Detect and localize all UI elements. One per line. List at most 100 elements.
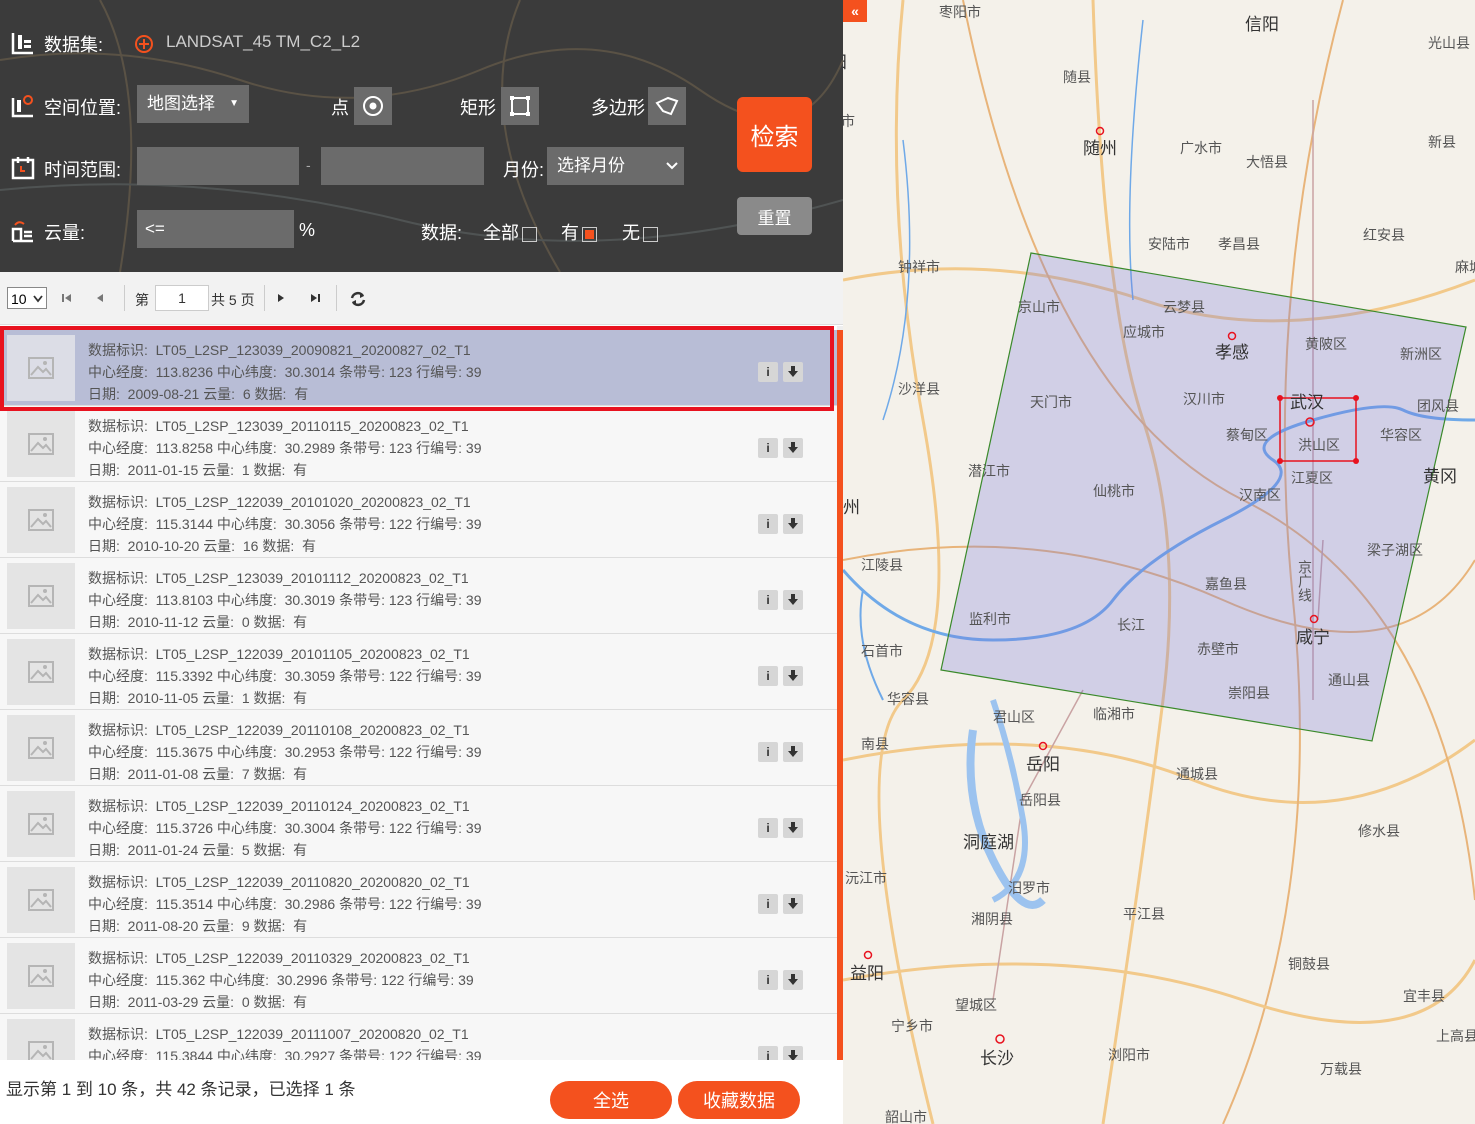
first-page-icon[interactable] (61, 292, 73, 304)
data-all-option[interactable]: 全部 (483, 219, 537, 245)
download-button[interactable] (783, 894, 803, 914)
refresh-icon[interactable] (349, 290, 367, 308)
dataset-value[interactable]: LANDSAT_45 TM_C2_L2 (166, 32, 360, 52)
record-lon: 115.362 (155, 972, 206, 988)
page-size-select[interactable]: 10 (7, 287, 47, 309)
data-yes-option[interactable]: 有 (561, 219, 597, 245)
map-label-xiangyin: 湘阴县 (971, 911, 1013, 927)
lon-label: 中心经度: (88, 972, 148, 988)
thumbnail-placeholder[interactable] (7, 943, 75, 1009)
thumbnail-placeholder[interactable] (7, 487, 75, 553)
date-label: 日期: (88, 766, 120, 782)
list-item[interactable]: 数据标识: LT05_L2SP_122039_20110329_20200823… (0, 938, 837, 1014)
lat-label: 中心纬度: (209, 972, 270, 988)
thumbnail-placeholder[interactable] (7, 867, 75, 933)
thumbnail-placeholder[interactable] (7, 563, 75, 629)
map-canvas[interactable]: 枣阳市信阳光山县随县随州 广水市大悟县 新县钟祥市 安陆市 孝昌县 红安县麻城京山市 云梦县… (843, 0, 1475, 1124)
map-label-guangshan: 光山县 (1428, 35, 1470, 51)
lat-label: 中心纬度: (216, 668, 277, 684)
info-button[interactable]: i (758, 514, 778, 534)
list-item[interactable]: 数据标识: LT05_L2SP_122039_20101020_20200823… (0, 482, 837, 558)
info-icon: i (766, 1049, 770, 1060)
list-item[interactable]: 数据标识: LT05_L2SP_122039_20110820_20200820… (0, 862, 837, 938)
map-label-miluo: 汨罗市 (1008, 880, 1050, 896)
map-view[interactable]: 枣阳市信阳光山县随县随州 广水市大悟县 新县钟祥市 安陆市 孝昌县 红安县麻城京山市 云梦县… (843, 0, 1475, 1124)
month-select[interactable]: 选择月份 (547, 147, 684, 185)
info-button[interactable]: i (758, 666, 778, 686)
next-page-icon[interactable] (275, 292, 287, 304)
map-label-shanggao: 上高县 (1436, 1028, 1475, 1044)
select-all-button[interactable]: 全选 (550, 1081, 672, 1119)
polygon-tool-button[interactable] (648, 87, 686, 125)
prev-page-icon[interactable] (94, 292, 106, 304)
rect-tool-button[interactable] (501, 87, 539, 125)
cloud-input[interactable]: <= (137, 210, 294, 248)
map-label-hanchuan: 汉川市 (1183, 391, 1225, 407)
thumbnail-placeholder[interactable] (7, 1019, 75, 1060)
record-lon: 115.3514 (155, 896, 214, 912)
download-icon (788, 518, 798, 529)
result-list: 数据标识: LT05_L2SP_123039_20090821_20200827… (0, 326, 837, 1060)
list-item[interactable]: 数据标识: LT05_L2SP_122039_20110108_20200823… (0, 710, 837, 786)
record-lon: 115.3392 (155, 668, 214, 684)
dataset-label: 数据集: (44, 35, 104, 55)
thumbnail-placeholder[interactable] (7, 411, 75, 477)
point-label: 点 (331, 98, 349, 118)
download-button[interactable] (783, 590, 803, 610)
data-no-checkbox[interactable] (643, 226, 658, 242)
collect-data-button[interactable]: 收藏数据 (678, 1081, 800, 1119)
download-button[interactable] (783, 970, 803, 990)
info-button[interactable]: i (758, 818, 778, 838)
lat-label: 中心纬度: (216, 440, 277, 456)
collapse-panel-button[interactable]: « (843, 0, 867, 22)
map-label-hongshan: 洪山区 (1298, 437, 1340, 453)
info-button[interactable]: i (758, 894, 778, 914)
location-select[interactable]: 地图选择 ▼ (137, 85, 249, 123)
list-item[interactable]: 数据标识: LT05_L2SP_122039_20101105_20200823… (0, 634, 837, 710)
download-button[interactable] (783, 742, 803, 762)
record-date: 2011-01-08 (127, 766, 199, 782)
scene-footprint[interactable] (940, 252, 1467, 742)
data-all-checkbox[interactable] (522, 226, 537, 242)
thumbnail-placeholder[interactable] (7, 791, 75, 857)
page-number-input[interactable]: 1 (155, 285, 209, 311)
data-yes-checkbox[interactable] (582, 226, 597, 242)
thumbnail-placeholder[interactable] (7, 639, 75, 705)
download-button[interactable] (783, 438, 803, 458)
info-button[interactable]: i (758, 742, 778, 762)
info-button[interactable]: i (758, 1046, 778, 1060)
path-label: 条带号: (339, 1048, 385, 1060)
cloud-field-label: 云量: (202, 462, 235, 478)
map-label-tongshan: 通山县 (1328, 672, 1370, 688)
download-button[interactable] (783, 666, 803, 686)
point-tool-button[interactable] (354, 87, 392, 125)
lat-label: 中心纬度: (216, 820, 277, 836)
map-label-zhijiang: 州 (843, 498, 860, 517)
info-button[interactable]: i (758, 970, 778, 990)
info-button[interactable]: i (758, 590, 778, 610)
page-size-value: 10 (11, 291, 27, 307)
selected-row-highlight (0, 326, 834, 411)
last-page-icon[interactable] (309, 292, 321, 304)
end-date-input[interactable] (321, 147, 484, 185)
download-button[interactable] (783, 818, 803, 838)
thumbnail-placeholder[interactable] (7, 715, 75, 781)
data-field-label: 数据: (253, 690, 286, 706)
reset-button[interactable]: 重置 (737, 197, 812, 235)
list-item[interactable]: 数据标识: LT05_L2SP_122039_20110124_20200823… (0, 786, 837, 862)
id-label: 数据标识: (88, 494, 148, 510)
record-id-line: 数据标识: LT05_L2SP_122039_20101020_20200823… (88, 492, 471, 512)
list-item[interactable]: 数据标识: LT05_L2SP_123039_20101112_20200823… (0, 558, 837, 634)
list-item[interactable]: 数据标识: LT05_L2SP_123039_20110115_20200823… (0, 406, 837, 482)
data-no-option[interactable]: 无 (622, 219, 658, 245)
lon-label: 中心经度: (88, 744, 148, 760)
start-date-input[interactable] (137, 147, 299, 185)
download-button[interactable] (783, 1046, 803, 1060)
info-button[interactable]: i (758, 438, 778, 458)
chevron-down-icon (666, 162, 678, 170)
cloud-field-label: 云量: (202, 842, 235, 858)
add-dataset-icon[interactable] (134, 34, 154, 54)
search-button[interactable]: 检索 (737, 97, 812, 172)
download-button[interactable] (783, 514, 803, 534)
list-item[interactable]: 数据标识: LT05_L2SP_122039_20111007_20200820… (0, 1014, 837, 1060)
